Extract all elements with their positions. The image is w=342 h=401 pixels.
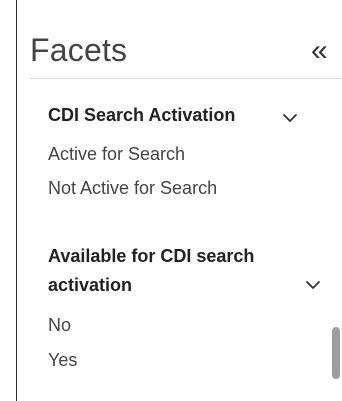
chevron-down-icon[interactable] — [282, 110, 298, 126]
facets-title: Facets — [30, 32, 128, 68]
facet-group-title-cdi-search-activation[interactable]: CDI Search Activation — [48, 105, 235, 126]
header-divider — [30, 78, 342, 79]
facet-item-yes[interactable]: Yes — [48, 350, 77, 371]
double-chevron-left-icon[interactable]: « — [311, 36, 341, 67]
panel-left-border — [16, 0, 17, 401]
facet-item-no[interactable]: No — [48, 315, 71, 336]
facet-group-title-available-line2[interactable]: activation — [48, 275, 132, 296]
facet-item-active-for-search[interactable]: Active for Search — [48, 144, 185, 165]
facet-group-title-available-line1[interactable]: Available for CDI search — [48, 246, 254, 267]
chevron-down-icon[interactable] — [305, 277, 321, 293]
scrollbar-thumb[interactable] — [332, 327, 340, 379]
facets-header: Facets « — [30, 28, 342, 76]
facet-item-not-active-for-search[interactable]: Not Active for Search — [48, 178, 217, 199]
